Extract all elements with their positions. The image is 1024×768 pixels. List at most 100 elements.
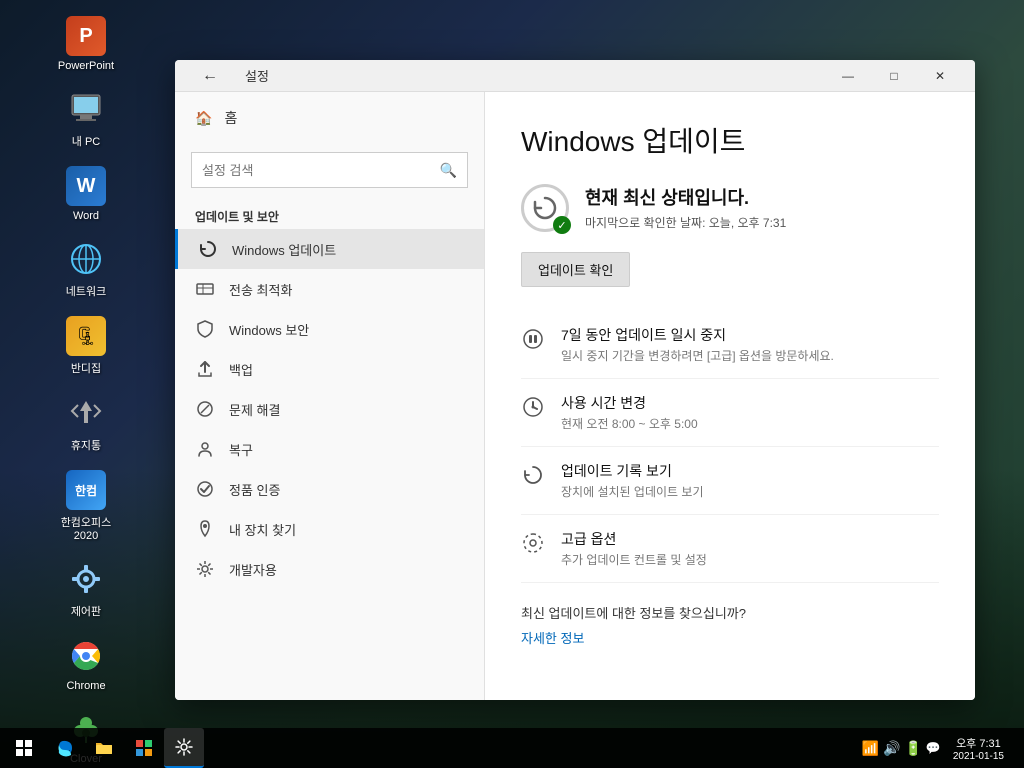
- icon-label-mypc: 내 PC: [72, 133, 100, 149]
- nav-label-delivery: 전송 최적화: [229, 280, 292, 299]
- option-hours-title: 사용 시간 변경: [561, 393, 698, 413]
- nav-label-update: Windows 업데이트: [232, 240, 336, 259]
- status-subtitle: 마지막으로 확인한 날짜: 오늘, 오후 7:31: [585, 214, 786, 231]
- settings-sidebar: 🏠 홈 🔍 업데이트 및 보안: [175, 92, 485, 700]
- option-history-text: 업데이트 기록 보기 장치에 설치된 업데이트 보기: [561, 461, 703, 500]
- nav-icon-delivery: [195, 279, 215, 299]
- nav-icon-security: [195, 319, 215, 339]
- sidebar-search-input[interactable]: [202, 163, 432, 178]
- sidebar-item-activation[interactable]: 정품 인증: [175, 469, 484, 509]
- taskbar-date: 2021-01-15: [953, 751, 1004, 762]
- start-button[interactable]: [4, 728, 44, 768]
- back-button[interactable]: ←: [187, 60, 233, 92]
- desktop-icon-powerpoint[interactable]: P PowerPoint: [46, 10, 126, 78]
- nav-label-security: Windows 보안: [229, 320, 309, 339]
- window-controls: — □ ✕: [825, 60, 963, 92]
- option-advanced[interactable]: 고급 옵션 추가 업데이트 컨트롤 및 설정: [521, 515, 939, 583]
- close-button[interactable]: ✕: [917, 60, 963, 92]
- sidebar-item-delivery-opt[interactable]: 전송 최적화: [175, 269, 484, 309]
- option-advanced-desc: 추가 업데이트 컨트롤 및 설정: [561, 551, 707, 568]
- nav-label-troubleshoot: 문제 해결: [229, 400, 280, 419]
- desktop-icon-chrome[interactable]: Chrome: [46, 630, 126, 698]
- taskbar-notification-icon: 💬: [926, 741, 941, 755]
- desktop-icon-mypc[interactable]: 내 PC: [46, 83, 126, 155]
- nav-label-activation: 정품 인증: [229, 480, 280, 499]
- option-hours-text: 사용 시간 변경 현재 오전 8:00 ~ 오후 5:00: [561, 393, 698, 432]
- taskbar-edge[interactable]: [44, 728, 84, 768]
- nav-icon-developer: [195, 559, 215, 579]
- option-advanced-text: 고급 옵션 추가 업데이트 컨트롤 및 설정: [561, 529, 707, 568]
- icon-label-recycle: 휴지통: [71, 437, 101, 453]
- sidebar-item-windows-update[interactable]: Windows 업데이트: [175, 229, 484, 269]
- desktop-icon-hancom[interactable]: 한컴 한컴오피스 2020: [46, 464, 126, 548]
- check-updates-button[interactable]: 업데이트 확인: [521, 252, 630, 287]
- settings-body: 🏠 홈 🔍 업데이트 및 보안: [175, 92, 975, 700]
- nav-icon-recovery: [195, 439, 215, 459]
- option-history[interactable]: 업데이트 기록 보기 장치에 설치된 업데이트 보기: [521, 447, 939, 515]
- option-pause-title: 7일 동안 업데이트 일시 중지: [561, 325, 834, 345]
- settings-window: ← 설정 — □ ✕ 🏠 홈 🔍: [175, 60, 975, 700]
- desktop-icon-network[interactable]: 네트워크: [46, 233, 126, 305]
- desktop-icon-control[interactable]: 제어판: [46, 553, 126, 625]
- update-check-badge: ✓: [553, 216, 571, 234]
- nav-icon-update: [198, 239, 218, 259]
- bottom-link[interactable]: 자세한 정보: [521, 631, 584, 646]
- option-pause-text: 7일 동안 업데이트 일시 중지 일시 중지 기간을 변경하려면 [고급] 옵션…: [561, 325, 834, 364]
- sidebar-search-area: 🔍: [175, 144, 484, 200]
- update-status-box: ✓ 현재 최신 상태입니다. 마지막으로 확인한 날짜: 오늘, 오후 7:31: [521, 184, 939, 232]
- nav-label-backup: 백업: [229, 360, 253, 379]
- content-title: Windows 업데이트: [521, 120, 939, 160]
- icon-label-control: 제어판: [71, 603, 101, 619]
- option-history-desc: 장치에 설치된 업데이트 보기: [561, 483, 703, 500]
- update-icon-wrap: ✓: [521, 184, 569, 232]
- option-pause-desc: 일시 중지 기간을 변경하려면 [고급] 옵션을 방문하세요.: [561, 347, 834, 364]
- sidebar-item-security[interactable]: Windows 보안: [175, 309, 484, 349]
- bottom-section: 최신 업데이트에 대한 정보를 찾으십니까? 자세한 정보: [521, 603, 939, 648]
- status-title: 현재 최신 상태입니다.: [585, 184, 786, 210]
- update-status-text: 현재 최신 상태입니다. 마지막으로 확인한 날짜: 오늘, 오후 7:31: [585, 184, 786, 231]
- nav-icon-find-device: [195, 519, 215, 539]
- option-active-hours[interactable]: 사용 시간 변경 현재 오전 8:00 ~ 오후 5:00: [521, 379, 939, 447]
- window-titlebar: ← 설정 — □ ✕: [175, 60, 975, 92]
- window-nav: ← 설정: [187, 60, 825, 92]
- sidebar-item-recovery[interactable]: 복구: [175, 429, 484, 469]
- taskbar-store[interactable]: [124, 728, 164, 768]
- sidebar-item-backup[interactable]: 백업: [175, 349, 484, 389]
- sidebar-item-developer[interactable]: 개발자용: [175, 549, 484, 589]
- taskbar: 📶 🔊 🔋 💬 오후 7:31 2021-01-15: [0, 728, 1024, 768]
- maximize-button[interactable]: □: [871, 60, 917, 92]
- desktop-icon-recycle[interactable]: 휴지통: [46, 387, 126, 459]
- taskbar-time: 오후 7:31: [956, 735, 1001, 751]
- desktop-icon-word[interactable]: W Word: [46, 160, 126, 228]
- icon-label-powerpoint: PowerPoint: [58, 60, 114, 72]
- pause-icon: [521, 327, 545, 351]
- nav-icon-activation: [195, 479, 215, 499]
- icon-label-hancom: 한컴오피스 2020: [52, 514, 120, 542]
- icon-label-network: 네트워크: [66, 283, 106, 299]
- taskbar-settings-active[interactable]: [164, 728, 204, 768]
- desktop: P PowerPoint 내 PC W Word: [0, 0, 1024, 768]
- sidebar-item-find-device[interactable]: 내 장치 찾기: [175, 509, 484, 549]
- taskbar-items: [44, 728, 862, 768]
- icon-label-chrome: Chrome: [66, 680, 105, 692]
- bottom-text: 최신 업데이트에 대한 정보를 찾으십니까?: [521, 603, 939, 622]
- minimize-button[interactable]: —: [825, 60, 871, 92]
- option-advanced-title: 고급 옵션: [561, 529, 707, 549]
- window-title: 설정: [245, 66, 269, 85]
- taskbar-clock[interactable]: 오후 7:31 2021-01-15: [945, 735, 1012, 762]
- sidebar-search-box: 🔍: [191, 152, 468, 188]
- icon-label-bandzip: 반디집: [71, 360, 101, 376]
- settings-content: Windows 업데이트 ✓ 현재 최신 상태입니다. 마지막: [485, 92, 975, 700]
- nav-label-developer: 개발자용: [229, 560, 277, 579]
- sidebar-section-title: 업데이트 및 보안: [175, 200, 484, 229]
- taskbar-battery-icon: 🔋: [904, 740, 921, 757]
- nav-icon-backup: [195, 359, 215, 379]
- taskbar-folder[interactable]: [84, 728, 124, 768]
- sidebar-item-troubleshoot[interactable]: 문제 해결: [175, 389, 484, 429]
- desktop-icon-bandzip[interactable]: 🗜 반디집: [46, 310, 126, 382]
- gear-icon: [521, 531, 545, 555]
- update-options-list: 7일 동안 업데이트 일시 중지 일시 중지 기간을 변경하려면 [고급] 옵션…: [521, 311, 939, 583]
- sidebar-home[interactable]: 🏠 홈: [175, 92, 484, 144]
- option-pause[interactable]: 7일 동안 업데이트 일시 중지 일시 중지 기간을 변경하려면 [고급] 옵션…: [521, 311, 939, 379]
- history-icon: [521, 463, 545, 487]
